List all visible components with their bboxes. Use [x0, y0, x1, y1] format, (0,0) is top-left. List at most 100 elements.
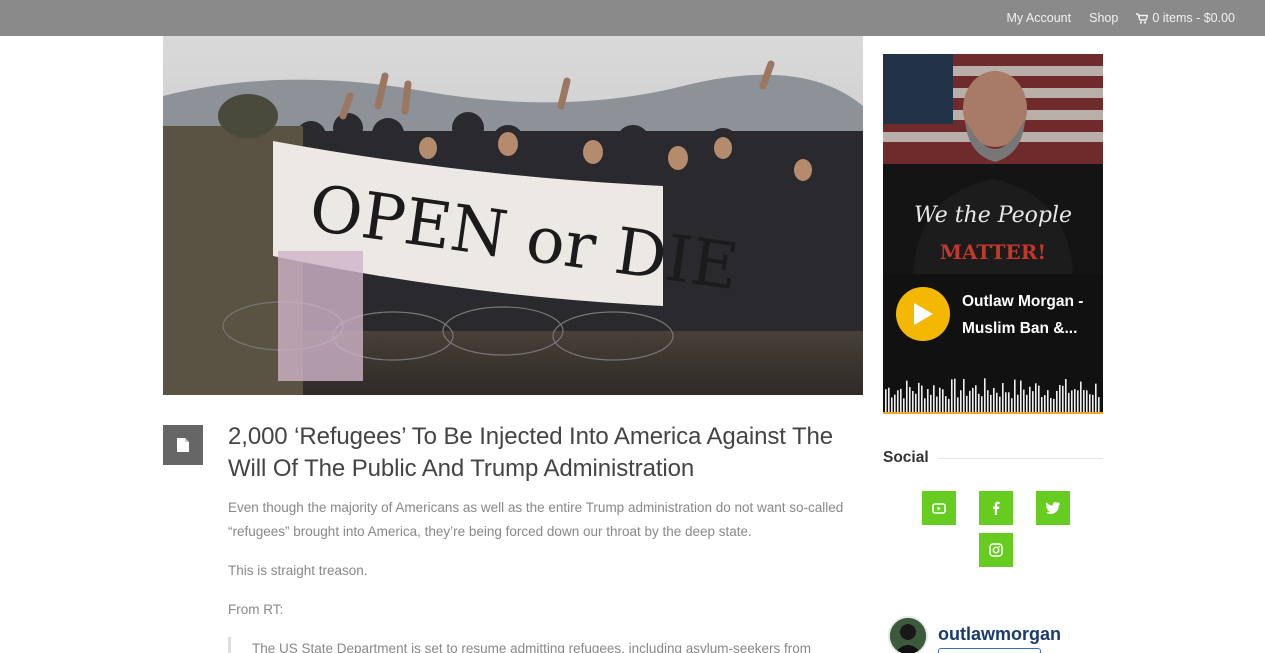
- twitter-button[interactable]: [1036, 491, 1070, 525]
- youtube-button[interactable]: [922, 491, 956, 525]
- waveform-bar: [972, 387, 974, 412]
- player-controls: Outlaw Morgan - Muslim Ban &...: [883, 274, 1103, 412]
- waveform-bar: [921, 385, 923, 412]
- waveform-bar: [1056, 390, 1058, 412]
- waveform-bar: [1068, 392, 1070, 412]
- waveform-bar: [951, 379, 953, 412]
- my-account-link[interactable]: My Account: [1006, 11, 1071, 25]
- facebook-icon: [993, 501, 1000, 515]
- play-button[interactable]: [896, 287, 950, 341]
- waveform-bar: [1041, 397, 1043, 412]
- waveform-bar: [885, 389, 887, 412]
- waveform-bar: [987, 390, 989, 412]
- waveform-bar: [1077, 390, 1079, 412]
- waveform-bar: [897, 390, 899, 412]
- cart-link[interactable]: 0 items - $0.00: [1136, 11, 1235, 25]
- post-title[interactable]: 2,000 ‘Refugees’ To Be Injected Into Ame…: [228, 421, 858, 485]
- waveform-bar: [939, 387, 941, 412]
- track-title[interactable]: Outlaw Morgan - Muslim Ban &...: [962, 288, 1100, 342]
- waveform-bar: [1008, 392, 1010, 412]
- waveform-bar: [1035, 383, 1037, 412]
- post-format-badge: [163, 425, 203, 465]
- waveform-bar: [918, 382, 920, 412]
- waveform-bar: [1038, 385, 1040, 412]
- waveform-bar: [936, 396, 938, 412]
- artwork-subtext: MATTER!: [940, 240, 1046, 264]
- post-paragraph: From RT:: [228, 602, 284, 617]
- cart-summary: 0 items - $0.00: [1152, 11, 1235, 25]
- waveform[interactable]: [885, 374, 1101, 412]
- waveform-bar: [1065, 378, 1067, 412]
- waveform-bar: [990, 394, 992, 412]
- waveform-bar: [1074, 389, 1076, 412]
- shop-link[interactable]: Shop: [1089, 11, 1118, 25]
- waveform-bar: [891, 397, 893, 412]
- waveform-bar: [1053, 398, 1055, 412]
- post-paragraph: Even though the majority of Americans as…: [228, 500, 844, 539]
- waveform-bar: [933, 385, 935, 412]
- artwork-text: We the People: [914, 203, 1072, 228]
- waveform-bar: [978, 393, 980, 412]
- instagram-icon: [989, 543, 1003, 557]
- waveform-bar: [1047, 390, 1049, 412]
- instagram-handle[interactable]: outlawmorgan: [938, 624, 1061, 645]
- document-icon: [177, 438, 189, 452]
- waveform-bar: [984, 378, 986, 412]
- track-artwork[interactable]: We the People MATTER!: [883, 54, 1103, 274]
- waveform-bar: [924, 398, 926, 412]
- waveform-bar: [1029, 386, 1031, 412]
- waveform-bar: [1086, 390, 1088, 412]
- waveform-bar: [1017, 394, 1019, 412]
- waveform-bar: [1089, 394, 1091, 412]
- waveform-bar: [948, 398, 950, 412]
- play-icon: [914, 303, 933, 325]
- waveform-bar: [996, 392, 998, 412]
- waveform-bar: [942, 389, 944, 412]
- waveform-bar: [1071, 390, 1073, 412]
- post-paragraph: This is straight treason.: [228, 563, 368, 578]
- waveform-bar: [915, 393, 917, 412]
- waveform-bar: [1080, 381, 1082, 412]
- waveform-bar: [963, 378, 965, 412]
- waveform-bar: [1032, 391, 1034, 412]
- social-heading: Social: [883, 449, 929, 466]
- waveform-bar: [1044, 395, 1046, 412]
- heading-divider: [938, 457, 1103, 459]
- waveform-bar: [1098, 397, 1100, 412]
- youtube-icon: [932, 503, 946, 514]
- instagram-button[interactable]: [979, 533, 1013, 567]
- waveform-bar: [1026, 394, 1028, 412]
- waveform-bar: [900, 388, 902, 412]
- waveform-bar: [906, 380, 908, 412]
- waveform-bar: [1005, 392, 1007, 412]
- waveform-bar: [954, 378, 956, 412]
- waveform-bar: [1092, 394, 1094, 412]
- audio-player: We the People MATTER! Outlaw Morgan - Mu…: [883, 54, 1103, 414]
- waveform-bar: [1002, 382, 1004, 412]
- waveform-bar: [888, 387, 890, 412]
- waveform-bar: [1020, 380, 1022, 412]
- waveform-bar: [993, 387, 995, 412]
- social-widget-title: Social: [883, 447, 1103, 469]
- featured-image[interactable]: OPEN or DIE: [163, 36, 863, 395]
- top-bar: My Account Shop 0 items - $0.00: [0, 0, 1265, 36]
- waveform-bar: [1062, 385, 1064, 412]
- instagram-avatar[interactable]: [888, 616, 928, 653]
- waveform-bar: [1023, 389, 1025, 412]
- waveform-bar: [930, 394, 932, 412]
- waveform-bar: [1059, 385, 1061, 412]
- waveform-bar: [981, 396, 983, 412]
- waveform-bar: [975, 385, 977, 412]
- waveform-bar: [903, 398, 905, 412]
- post-quote: The US State Department is set to resume…: [228, 637, 853, 653]
- cart-icon: [1136, 12, 1149, 24]
- waveform-bar: [912, 390, 914, 412]
- twitter-icon: [1046, 502, 1060, 514]
- waveform-bar: [999, 396, 1001, 412]
- facebook-button[interactable]: [979, 491, 1013, 525]
- waveform-bar: [927, 389, 929, 412]
- waveform-bar: [1095, 383, 1097, 412]
- instagram-follow-button[interactable]: [938, 648, 1041, 653]
- top-nav: My Account Shop 0 items - $0.00: [1006, 0, 1235, 36]
- waveform-bar: [969, 390, 971, 412]
